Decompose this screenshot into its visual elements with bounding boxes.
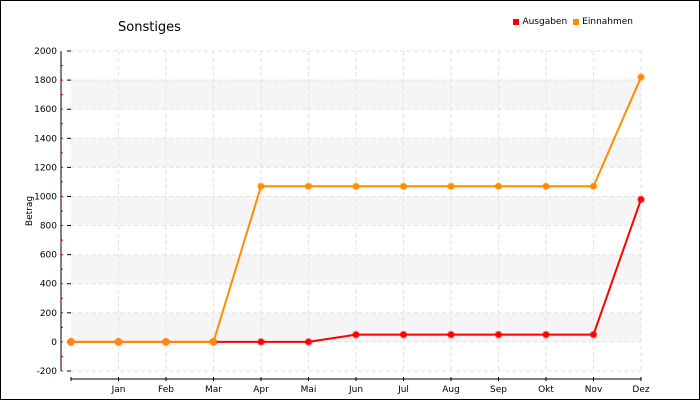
point-ausgaben (304, 337, 313, 346)
y-tick-label: 600 (40, 251, 57, 261)
x-tick-label: Mar (205, 385, 222, 395)
x-tick-label: Nov (585, 385, 603, 395)
point-einnahmen (399, 182, 408, 191)
point-einnahmen (162, 337, 170, 346)
point-einnahmen (114, 337, 123, 346)
y-tick-label: 2000 (34, 47, 57, 57)
y-tick-label: 0 (51, 338, 57, 348)
x-tick-label: Sep (490, 385, 507, 395)
chart-frame: Sonstiges Ausgaben Einnahmen -200 0 200 400… (0, 0, 700, 400)
point-ausgaben (257, 337, 265, 346)
y-tick-label: 1400 (34, 134, 57, 144)
x-tick-label: Dez (632, 385, 649, 395)
point-ausgaben (399, 330, 408, 339)
background-bands (71, 80, 641, 342)
point-ausgaben (352, 330, 360, 339)
y-tick-label: 1800 (34, 76, 57, 86)
y-tick-label: -200 (37, 367, 58, 377)
point-einnahmen (447, 182, 455, 191)
y-tick-label: 800 (40, 222, 57, 232)
point-einnahmen (209, 337, 218, 346)
point-ausgaben (542, 330, 550, 339)
x-tick-label: Jun (348, 385, 363, 395)
point-ausgaben (637, 195, 645, 204)
point-einnahmen (589, 182, 598, 191)
point-einnahmen (542, 182, 550, 191)
y-tick-label: 1200 (34, 163, 57, 173)
point-einnahmen (257, 182, 265, 191)
x-tick-label: Feb (158, 385, 174, 395)
x-tick-label: Okt (538, 385, 554, 395)
y-tick-label: 400 (40, 280, 57, 290)
point-einnahmen (304, 182, 313, 191)
point-ausgaben (589, 330, 598, 339)
point-ausgaben (494, 330, 503, 339)
x-tick-label: Aug (442, 385, 460, 395)
y-tick-label: 200 (40, 309, 57, 319)
y-tick-label: 1000 (34, 192, 57, 202)
x-tick-label: Jan (111, 385, 126, 395)
point-ausgaben (447, 330, 455, 339)
x-tick-label: Mai (301, 385, 317, 395)
x-tick-label: Apr (253, 385, 269, 395)
point-einnahmen (637, 73, 645, 82)
y-tick-label: 1600 (34, 105, 57, 115)
point-einnahmen (494, 182, 503, 191)
line-chart: -200 0 200 400 600 800 1000 1200 1400 1600 1800 200… (25, 47, 650, 395)
x-tick-label: Jul (397, 385, 409, 395)
point-einnahmen (67, 337, 75, 346)
y-axis-title: Betrag (25, 196, 35, 226)
point-einnahmen (352, 182, 360, 191)
